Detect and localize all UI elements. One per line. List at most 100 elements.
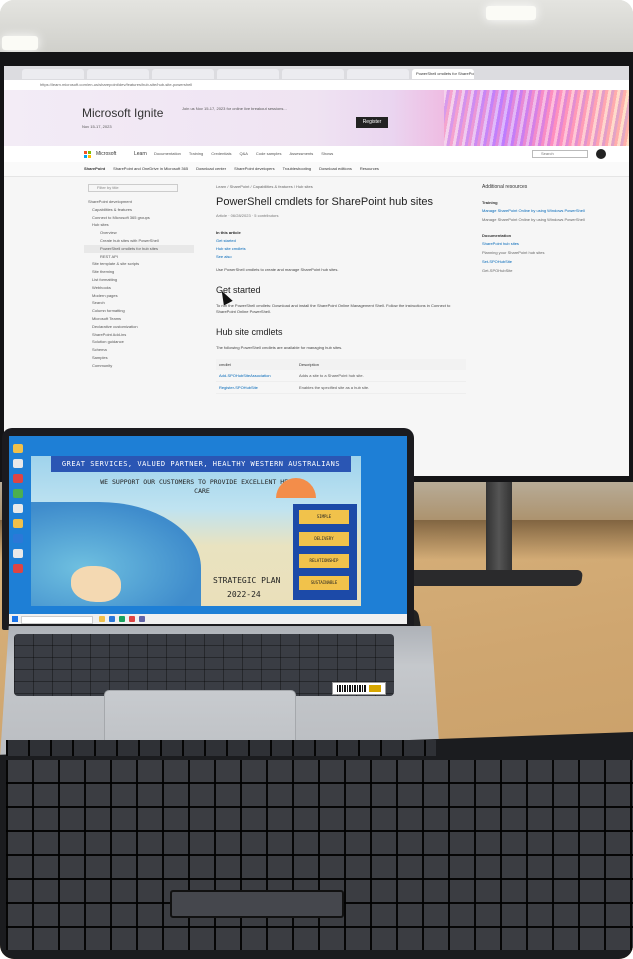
page-title: PowerShell cmdlets for SharePoint hub si… xyxy=(216,196,434,208)
nav-items: Documentation Training Credentials Q&A C… xyxy=(154,151,333,156)
toc-item[interactable]: SharePoint development xyxy=(84,198,194,206)
hub-cmdlets-heading: Hub site cmdlets xyxy=(216,327,283,337)
toc-item[interactable]: Schema xyxy=(84,346,194,354)
desktop-icon[interactable] xyxy=(13,534,23,543)
taskbar-app-icon[interactable] xyxy=(109,616,115,622)
hub-cmdlets-paragraph: The following PowerShell cmdlets are ava… xyxy=(216,345,343,350)
browser-tab[interactable] xyxy=(22,69,84,79)
toc-item[interactable]: Modern pages xyxy=(84,292,194,300)
desktop-icon[interactable] xyxy=(13,474,23,483)
additional-resources-panel: Additional resources Training Manage Sha… xyxy=(482,184,622,476)
table-cell[interactable]: Register-SPOHubSite xyxy=(219,385,299,390)
search-input[interactable]: Search xyxy=(532,150,588,158)
toc-item[interactable]: Solution guidance xyxy=(84,338,194,346)
desktop-icon[interactable] xyxy=(13,519,23,528)
toc-item[interactable]: Connect to Microsoft 365 groups xyxy=(84,214,194,222)
toc-item[interactable]: Site template & site scripts xyxy=(84,260,194,268)
breadcrumb[interactable]: Learn / SharePoint / Capabilities & feat… xyxy=(216,184,466,189)
keyboard-spacebar[interactable] xyxy=(170,890,344,918)
toc-item[interactable]: Create hub sites with PowerShell xyxy=(84,237,194,245)
nav-item-credentials[interactable]: Credentials xyxy=(211,151,231,156)
nav-item-qa[interactable]: Q&A xyxy=(239,151,247,156)
windows-start-icon[interactable] xyxy=(12,616,18,622)
toc-item[interactable]: SharePoint Add-ins xyxy=(84,331,194,339)
sharepoint-subnav: SharePoint SharePoint and OneDrive in Mi… xyxy=(4,162,629,177)
toc-item[interactable]: List formatting xyxy=(84,276,194,284)
avatar[interactable] xyxy=(596,149,606,159)
nav-item-assessments[interactable]: Assessments xyxy=(289,151,313,156)
toc-link-hub-cmdlets[interactable]: Hub site cmdlets xyxy=(216,246,466,251)
browser-tab-active[interactable]: PowerShell cmdlets for SharePoint hub si… xyxy=(412,69,474,79)
toc-item[interactable]: PowerShell cmdlets for hub sites xyxy=(84,244,194,253)
table-header-cell: Description xyxy=(299,362,320,367)
doc-link[interactable]: SharePoint hub sites xyxy=(482,241,622,247)
keyboard-function-row[interactable] xyxy=(6,740,436,756)
laptop-lid: GREAT SERVICES, VALUED PARTNER, HEALTHY … xyxy=(2,428,414,630)
desktop-icon[interactable] xyxy=(13,504,23,513)
learn-link[interactable]: Learn xyxy=(134,151,147,157)
taskbar-app-icon[interactable] xyxy=(119,616,125,622)
browser-tab[interactable] xyxy=(347,69,409,79)
subnav-item[interactable]: SharePoint xyxy=(84,166,105,171)
desktop-icon[interactable] xyxy=(13,459,23,468)
microsoft-label: Microsoft xyxy=(96,151,117,157)
toc-item[interactable]: Webhooks xyxy=(84,284,194,292)
register-button[interactable]: Register xyxy=(356,117,388,128)
ignite-banner: Microsoft Ignite Nov 15-17, 2023 Join us… xyxy=(4,90,629,146)
toc-item[interactable]: Capabilities & features xyxy=(84,206,194,214)
subnav-item[interactable]: Resources xyxy=(360,166,379,171)
intro-paragraph: Use PowerShell cmdlets to create and man… xyxy=(216,267,339,272)
training-link[interactable]: Manage SharePoint Online by using Window… xyxy=(482,217,622,223)
desktop-icon[interactable] xyxy=(13,489,23,498)
toc-item[interactable]: Microsoft Teams xyxy=(84,315,194,323)
toc-item[interactable]: Hub sites xyxy=(84,221,194,229)
subnav-item[interactable]: Download center xyxy=(196,166,226,171)
poster-values-panel: SIMPLE DELIVERY RELATIONSHIP SUSTAINABLE xyxy=(293,504,357,600)
desktop-icon[interactable] xyxy=(13,444,23,453)
desktop-icon[interactable] xyxy=(13,549,23,558)
toc-item[interactable]: Samples xyxy=(84,354,194,362)
poster-banner: GREAT SERVICES, VALUED PARTNER, HEALTHY … xyxy=(51,456,351,472)
doc-link[interactable]: Get-SPOHubSite xyxy=(482,268,622,274)
microsoft-logo-icon[interactable] xyxy=(84,151,91,158)
training-link[interactable]: Manage SharePoint Online by using Window… xyxy=(482,208,622,214)
nav-item-training[interactable]: Training xyxy=(189,151,203,156)
value-card: RELATIONSHIP xyxy=(299,554,349,568)
keyboard-keys[interactable] xyxy=(6,760,633,950)
taskbar-app-icon[interactable] xyxy=(129,616,135,622)
table-cell[interactable]: Add-SPOHubSiteAssociation xyxy=(219,373,299,378)
toc-link-get-started[interactable]: Get started xyxy=(216,238,466,243)
subnav-item[interactable]: Troubleshooting xyxy=(283,166,312,171)
taskbar-app-icon[interactable] xyxy=(99,616,105,622)
nav-item-documentation[interactable]: Documentation xyxy=(154,151,181,156)
browser-tab[interactable] xyxy=(87,69,149,79)
taskbar-app-icon[interactable] xyxy=(139,616,145,622)
desktop-icon[interactable] xyxy=(13,564,23,573)
taskbar-search-input[interactable] xyxy=(21,616,93,624)
toc-item[interactable]: Column formatting xyxy=(84,307,194,315)
browser-tab[interactable] xyxy=(282,69,344,79)
subnav-item[interactable]: SharePoint and OneDrive in Microsoft 365 xyxy=(113,166,188,171)
toc-item[interactable]: REST API xyxy=(84,253,194,261)
panel-title: Additional resources xyxy=(482,184,528,190)
monitor-stand xyxy=(486,482,512,574)
toc-link-see-also[interactable]: See also xyxy=(216,254,466,259)
nav-item-shows[interactable]: Shows xyxy=(321,151,333,156)
windows-taskbar xyxy=(9,614,407,624)
documentation-heading: Documentation xyxy=(482,233,512,238)
toc-item[interactable]: Overview xyxy=(84,229,194,237)
browser-tab[interactable] xyxy=(217,69,279,79)
subnav-item[interactable]: SharePoint developers xyxy=(234,166,274,171)
banner-description: Join us Nov 15-17, 2023 for online live … xyxy=(182,106,287,111)
nav-item-code-samples[interactable]: Code samples xyxy=(256,151,282,156)
toc-item[interactable]: Community xyxy=(84,362,194,370)
subnav-item[interactable]: Download editions xyxy=(319,166,352,171)
toc-item[interactable]: Declarative customization xyxy=(84,323,194,331)
doc-link[interactable]: Set-SPOHubSite xyxy=(482,259,622,265)
toc-item[interactable]: Site theming xyxy=(84,268,194,276)
browser-tab[interactable] xyxy=(152,69,214,79)
toc-list: SharePoint development Capabilities & fea… xyxy=(84,198,194,370)
doc-link[interactable]: Planning your SharePoint hub sites xyxy=(482,250,622,256)
toc-item[interactable]: Search xyxy=(84,299,194,307)
filter-input[interactable]: Filter by title xyxy=(88,184,178,192)
